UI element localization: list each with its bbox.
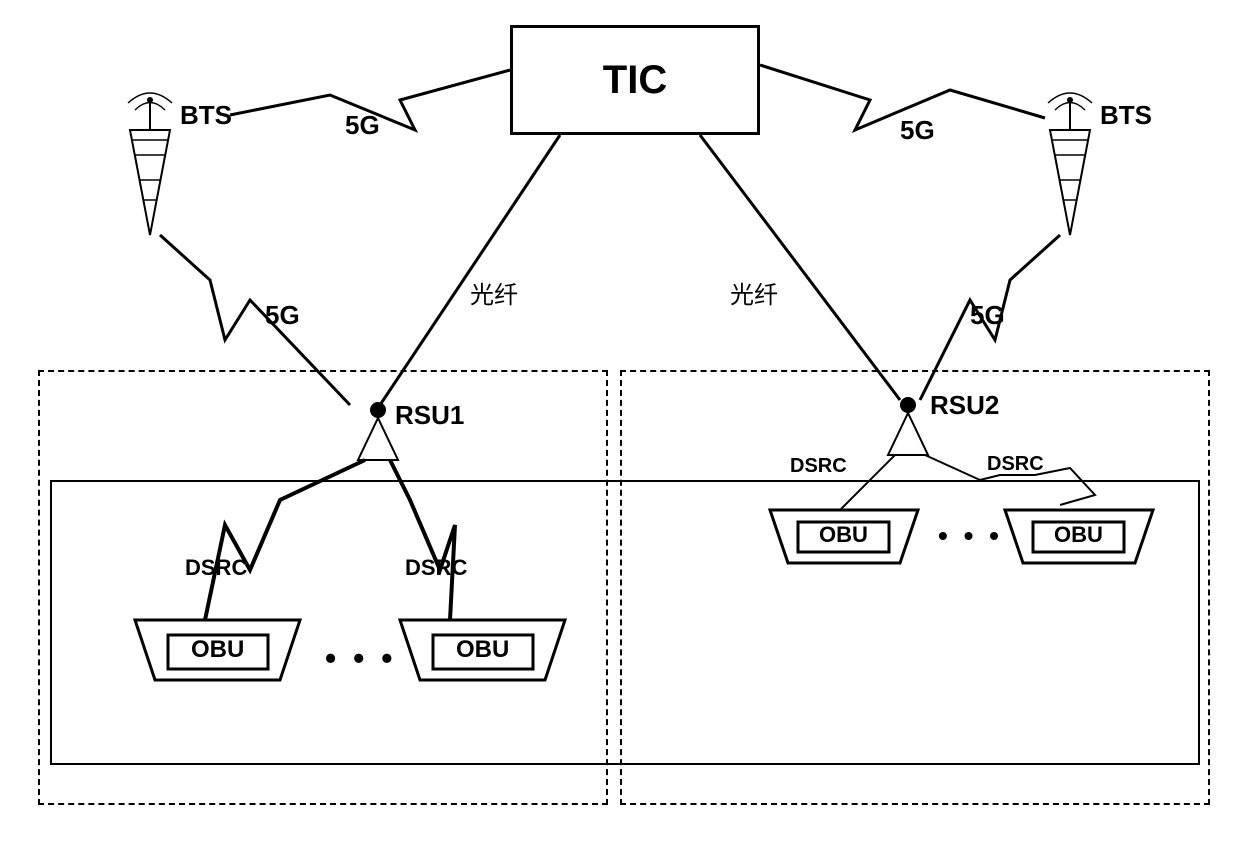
road-box — [50, 480, 1200, 765]
bts-label-right: BTS — [1100, 100, 1152, 131]
fiveg-mid-left: 5G — [265, 300, 300, 331]
fiber-right: 光纤 — [730, 275, 778, 310]
obu-label-2: OBU — [456, 636, 509, 664]
fiveg-top-left: 5G — [345, 110, 380, 141]
fiveg-mid-right: 5G — [970, 300, 1005, 331]
fiber-left: 光纤 — [470, 275, 518, 310]
tic-box: TIC — [510, 25, 760, 135]
fiber-line-left — [378, 135, 560, 408]
fiveg-top-right: 5G — [900, 115, 935, 146]
dots-left: • • • — [325, 640, 396, 677]
tic-label: TIC — [603, 58, 667, 103]
obu-label-1: OBU — [191, 636, 244, 664]
bts-tower-right — [1048, 93, 1092, 235]
bts-label-left: BTS — [180, 100, 232, 131]
dots-right: • • • — [938, 520, 1003, 552]
obu-label-3: OBU — [819, 522, 868, 548]
fiber-line-right — [700, 135, 900, 400]
bts-tower-left — [128, 93, 172, 235]
obu-label-4: OBU — [1054, 522, 1103, 548]
